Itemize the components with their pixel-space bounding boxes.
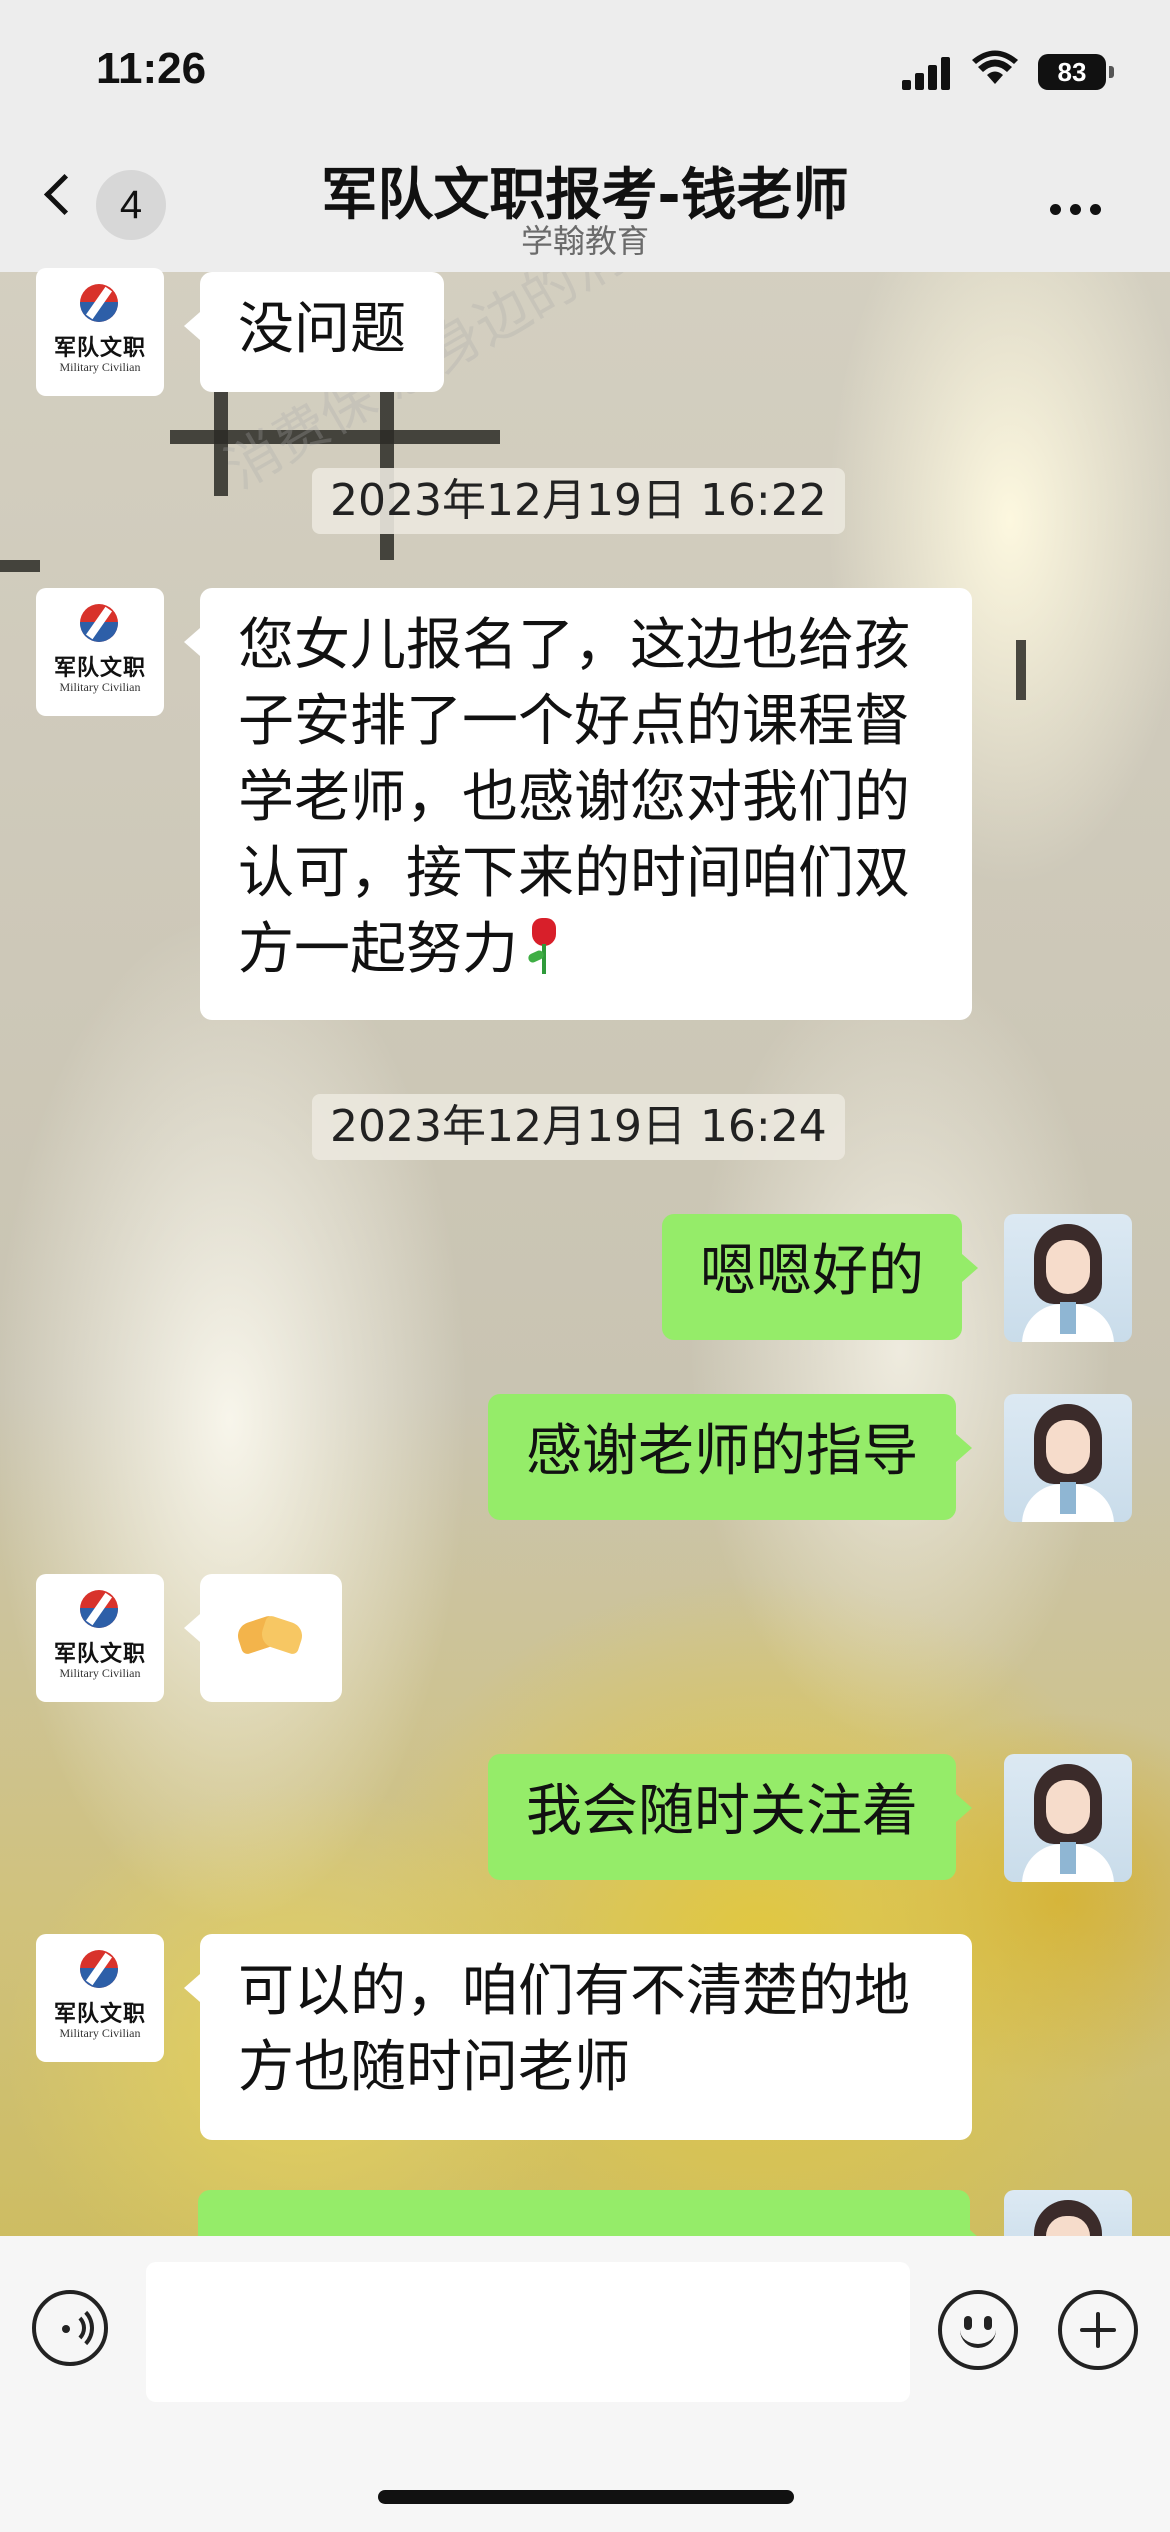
home-indicator[interactable] <box>378 2490 794 2504</box>
avatar-brand-name: 军队文职 <box>53 656 146 681</box>
avatar-brand-name: 军队文职 <box>53 2002 146 2027</box>
signal-icon <box>902 56 950 90</box>
avatar-brand-name: 军队文职 <box>53 336 146 361</box>
message-input[interactable] <box>146 2262 910 2402</box>
avatar-brand-name-en: Military Civilian <box>59 1666 141 1680</box>
chat-subtitle: 学翰教育 <box>520 222 649 260</box>
user-avatar[interactable] <box>1004 1754 1132 1882</box>
status-bar: 11:26 83 <box>0 0 1170 140</box>
contact-avatar[interactable]: 军队文职 Military Civilian <box>36 1574 164 1702</box>
background-stroke <box>1016 640 1026 700</box>
message-text: 没问题 <box>238 297 406 362</box>
message-bubble[interactable]: 没问题 <box>184 272 444 392</box>
contact-avatar[interactable]: 军队文职 Military Civilian <box>36 1934 164 2062</box>
brand-logo-icon <box>80 284 118 322</box>
message-text-line: 方一起努力 <box>238 917 518 982</box>
plus-icon[interactable] <box>1058 2290 1138 2370</box>
user-avatar[interactable] <box>1004 1394 1132 1522</box>
message-timestamp: 2023年12月19日 16:22 <box>312 468 845 534</box>
status-time: 11:26 <box>96 44 207 93</box>
message-text-line: 子安排了一个好点的课程督 <box>238 689 910 754</box>
background-stroke <box>170 430 500 444</box>
chat-background-image <box>0 0 1170 2532</box>
rose-emoji <box>524 918 562 974</box>
message-text-line: 认可，接下来的时间咱们双 <box>238 841 910 906</box>
brand-logo-icon <box>80 1950 118 1988</box>
voice-icon[interactable] <box>32 2290 108 2366</box>
message-text-line: 您女儿报名了，这边也给孩 <box>238 613 910 678</box>
message-text: 嗯嗯好的 <box>700 1239 924 1304</box>
contact-avatar[interactable]: 军队文职 Military Civilian <box>36 268 164 396</box>
message-bubble[interactable]: 您女儿报名了，这边也给孩 子安排了一个好点的课程督 学老师，也感谢您对我们的 认… <box>184 588 972 1020</box>
message-text-line: 方也随时问老师 <box>238 2035 630 2100</box>
message-bubble[interactable] <box>184 1574 342 1702</box>
brand-logo-icon <box>80 1590 118 1628</box>
message-text: 感谢老师的指导 <box>526 1419 918 1484</box>
message-text-line: 可以的，咱们有不清楚的地 <box>238 1959 910 2024</box>
background-stroke <box>0 560 40 572</box>
avatar-brand-name: 军队文职 <box>53 1642 146 1667</box>
avatar-brand-name-en: Military Civilian <box>59 360 141 374</box>
message-bubble[interactable]: 可以的，咱们有不清楚的地 方也随时问老师 <box>184 1934 972 2140</box>
message-text-line: 学老师，也感谢您对我们的 <box>238 765 910 830</box>
message-bubble[interactable]: 嗯嗯好的 <box>662 1214 978 1340</box>
unread-count-badge[interactable]: 4 <box>96 170 166 240</box>
message-bubble[interactable]: 我会随时关注着 <box>488 1754 972 1880</box>
brand-logo-icon <box>80 604 118 642</box>
message-bubble[interactable]: 感谢老师的指导 <box>488 1394 972 1520</box>
avatar-brand-name-en: Military Civilian <box>59 2026 141 2040</box>
avatar-brand-name-en: Military Civilian <box>59 680 141 694</box>
emoji-icon[interactable] <box>938 2290 1018 2370</box>
handshake-emoji <box>234 1606 306 1666</box>
contact-avatar[interactable]: 军队文职 Military Civilian <box>36 588 164 716</box>
wifi-icon <box>972 50 1018 84</box>
user-avatar[interactable] <box>1004 1214 1132 1342</box>
message-text: 我会随时关注着 <box>526 1779 918 1844</box>
battery-icon: 83 <box>1038 54 1114 90</box>
more-dots-icon[interactable] <box>1050 200 1110 219</box>
message-timestamp: 2023年12月19日 16:24 <box>312 1094 845 1160</box>
